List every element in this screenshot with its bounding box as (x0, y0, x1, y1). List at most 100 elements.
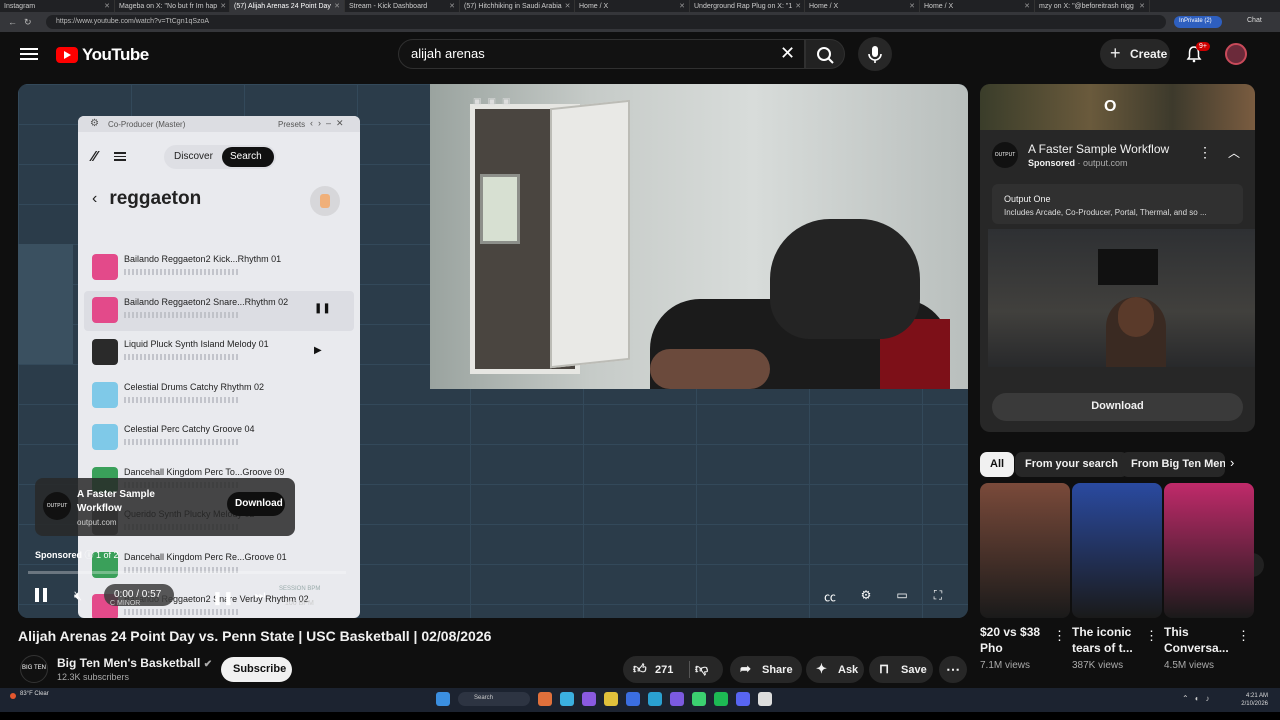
share-button[interactable]: ➦ Share (730, 656, 802, 683)
pause-icon[interactable]: ❚❚ (314, 303, 331, 314)
subscribe-button[interactable]: Subscribe (221, 657, 292, 682)
back-icon[interactable]: ← (8, 17, 17, 27)
close-icon[interactable]: ✕ (795, 2, 801, 10)
browser-tab[interactable]: Instagram ✕ (0, 0, 115, 12)
spotify-icon[interactable] (714, 692, 728, 706)
youtube-logo[interactable]: YouTube (56, 45, 149, 65)
skip-next-icon[interactable]: ⏭︎ (250, 588, 270, 604)
browser-tab[interactable]: (57) Hitchhiking in Saudi Arabia ✕ (460, 0, 575, 12)
short-thumbnail[interactable] (1164, 483, 1254, 618)
short-thumbnail[interactable] (980, 483, 1070, 618)
channel-avatar[interactable]: BIG TEN (20, 655, 48, 683)
sample-row[interactable]: Bailando Reggaeton2 Snare...Rhythm 02 ❚❚ (84, 290, 354, 331)
plugin-menu-icon[interactable] (114, 150, 126, 163)
gear-icon[interactable]: ⚙ (90, 118, 99, 129)
sidebar-ad-title[interactable]: A Faster Sample Workflow (1028, 142, 1169, 156)
chip-from-big-ten[interactable]: From Big Ten Men (1121, 452, 1225, 477)
reload-icon[interactable]: ↻ (24, 17, 32, 28)
teams-icon[interactable] (582, 692, 596, 706)
close-icon[interactable]: ✕ (334, 2, 340, 10)
ad-download-button[interactable]: Download (227, 492, 285, 516)
ask-button[interactable]: ✦ Ask (806, 656, 864, 683)
dislike-thumb-icon[interactable]: 👎︎ (695, 661, 708, 677)
close-icon[interactable]: ✕ (104, 2, 110, 10)
close-icon[interactable]: ✕ (1024, 2, 1030, 10)
preview-play-button[interactable] (310, 186, 340, 216)
window-controls[interactable]: ‹›–✕ (310, 118, 349, 129)
like-count[interactable]: 271 (655, 664, 673, 676)
browser-tab-active[interactable]: (57) Alijah Arenas 24 Point Day ✕ (230, 0, 345, 12)
ad-video-thumbnail[interactable] (988, 229, 1255, 367)
browser-tab[interactable]: Underground Rap Plug on X: "1 ✕ (690, 0, 805, 12)
app-icon[interactable] (692, 692, 706, 706)
close-icon[interactable]: ✕ (1139, 2, 1145, 10)
chip-from-your-search[interactable]: From your search (1015, 452, 1128, 477)
short-title[interactable]: The iconic tears of t... (1072, 624, 1152, 656)
browser-tab[interactable]: mzy on X: "@beforeitrash nigg ✕ (1035, 0, 1150, 12)
mute-icon[interactable]: 🔇︎ (74, 588, 82, 604)
chip-all[interactable]: All (980, 452, 1015, 477)
sample-row[interactable]: Bailando Reggaeton2 Kick...Rhythm 01 (84, 248, 354, 288)
app-icon[interactable] (736, 692, 750, 706)
voice-search-button[interactable] (858, 37, 892, 71)
sidebar-download-button[interactable]: Download (992, 393, 1243, 421)
discord-icon[interactable] (670, 692, 684, 706)
sample-row[interactable]: Celestial Drums Catchy Rhythm 02 (84, 376, 354, 416)
inprivate-badge[interactable]: InPrivate (2) (1174, 16, 1222, 28)
clock[interactable]: 4:21 AM 2/10/2026 (1228, 692, 1268, 708)
ad-progress-bar[interactable] (28, 571, 346, 574)
windows-start-icon[interactable] (436, 692, 450, 706)
browser-tab[interactable]: Stream - Kick Dashboard ✕ (345, 0, 460, 12)
close-icon[interactable]: ✕ (565, 2, 571, 10)
more-actions-icon[interactable]: ⋯ (939, 656, 967, 683)
ad-description-box[interactable]: Output One Includes Arcade, Co-Producer,… (992, 184, 1243, 224)
settings-gear-icon[interactable]: ⚙ (856, 588, 876, 604)
kebab-menu-icon[interactable]: ⋮ (1053, 628, 1066, 644)
folder-icon[interactable] (604, 692, 618, 706)
url-field[interactable]: https://www.youtube.com/watch?v=TtCgn1qS… (46, 15, 1166, 29)
chevron-up-icon[interactable]: ︿ (1228, 144, 1240, 161)
save-button[interactable]: ⊓ Save (869, 656, 933, 683)
ad-overlay-card[interactable]: OUTPUT A Faster Sample Workflow output.c… (35, 478, 295, 536)
kebab-menu-icon[interactable]: ⋮ (1198, 144, 1212, 161)
sidebar-ad-panel[interactable]: O OUTPUT A Faster Sample Workflow Sponso… (980, 84, 1255, 432)
menu-icon[interactable] (20, 45, 38, 61)
play-icon[interactable]: ▶ (314, 345, 322, 356)
sample-row[interactable]: Celestial Perc Catchy Groove 04 (84, 418, 354, 458)
tab-discover[interactable]: Discover (174, 151, 213, 162)
close-icon[interactable]: ✕ (449, 2, 455, 10)
back-arrow-icon[interactable]: ‹ (92, 190, 97, 208)
close-icon[interactable]: ✕ (909, 2, 915, 10)
pause-button[interactable] (34, 588, 48, 602)
create-button[interactable]: + Create (1100, 39, 1170, 69)
system-tray-icons[interactable]: ⌃◐♪ (1182, 694, 1216, 703)
browser-tab[interactable]: Home / X ✕ (920, 0, 1035, 12)
edge-icon[interactable] (560, 692, 574, 706)
app-icon[interactable] (758, 692, 772, 706)
browser-tab[interactable]: Home / X ✕ (575, 0, 690, 12)
account-avatar[interactable] (1225, 43, 1247, 65)
browser-tab[interactable]: Home / X ✕ (805, 0, 920, 12)
chat-button[interactable]: Chat (1247, 17, 1262, 24)
app-icon[interactable] (538, 692, 552, 706)
fullscreen-icon[interactable]: ⛶ (928, 588, 948, 604)
weather-text[interactable]: 83°F Clear (20, 691, 49, 697)
taskbar-search[interactable]: Search (458, 692, 530, 706)
close-icon[interactable]: ✕ (679, 2, 685, 10)
chevron-right-icon[interactable]: › (1230, 455, 1234, 470)
clear-search-icon[interactable]: ✕ (780, 43, 795, 64)
browser-tab[interactable]: Mageba on X: "No but fr Im hap ✕ (115, 0, 230, 12)
browser-icon[interactable] (648, 692, 662, 706)
short-thumbnail[interactable] (1072, 483, 1162, 618)
close-icon[interactable]: ✕ (220, 2, 226, 10)
short-title[interactable]: $20 vs $38 Pho (980, 624, 1060, 656)
store-icon[interactable] (626, 692, 640, 706)
info-icon[interactable]: ⓘ (85, 550, 97, 560)
tab-search[interactable]: Search (222, 147, 274, 167)
sample-row[interactable]: Liquid Pluck Synth Island Melody 01 ▶ (84, 333, 354, 373)
video-player[interactable]: ▣▣▣ ⚙ Co-Producer (Master) Presets ‹›–✕ … (18, 84, 968, 618)
search-button[interactable] (805, 39, 845, 69)
short-title[interactable]: This Conversa... (1164, 624, 1244, 656)
presets-label[interactable]: Presets (278, 120, 305, 129)
captions-icon[interactable]: ㏄ (820, 588, 840, 604)
